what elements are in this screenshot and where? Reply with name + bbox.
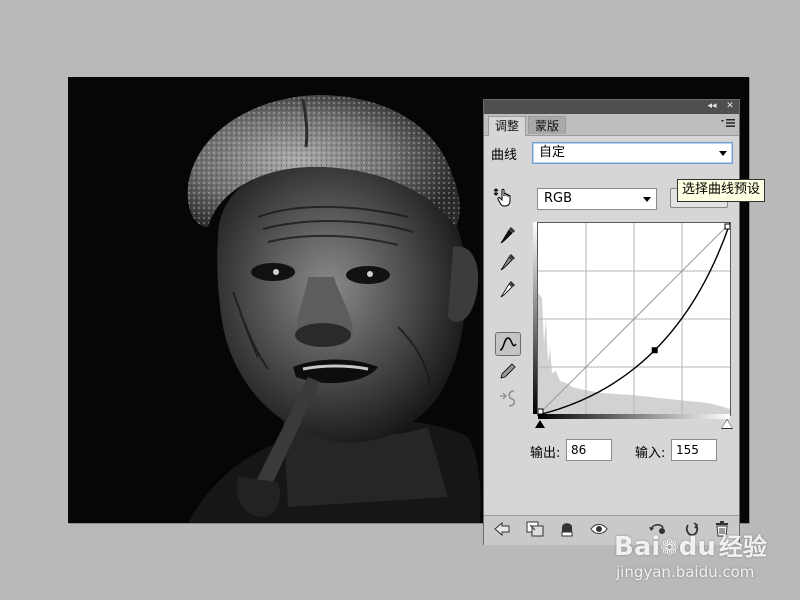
curve-point-edit-icon [499, 337, 517, 351]
gray-point-eyedropper[interactable] [497, 251, 519, 273]
baidu-watermark-logo: Bai❁du 经验 [614, 527, 767, 562]
on-image-adjust-tool[interactable] [492, 186, 514, 208]
curves-label: 曲线 [491, 148, 518, 163]
paw-icon: ❁ [660, 536, 679, 561]
curves-plot [537, 222, 731, 416]
watermark-brand-suffix: 经验 [718, 533, 767, 561]
smooth-curve-icon [500, 390, 516, 407]
white-point-eyedropper-icon [500, 281, 515, 298]
output-label: 输出: [530, 446, 561, 461]
curve-point-edit-tool[interactable] [495, 332, 521, 356]
channel-value: RGB [544, 191, 573, 206]
watermark-brand-right: du [678, 532, 716, 562]
input-field[interactable]: 155 [671, 439, 717, 461]
white-point-eyedropper[interactable] [497, 278, 519, 300]
app-workspace: ◂◂ ✕ 调整 蒙版 曲线 自定 RGB 选择曲线预设 输出: 86 输入: 1… [0, 0, 800, 600]
watermark-url: jingyan.baidu.com [616, 563, 755, 581]
back-button[interactable] [492, 520, 512, 538]
panel-titlebar[interactable]: ◂◂ ✕ [484, 100, 739, 114]
black-point-eyedropper-icon [500, 227, 515, 244]
white-input-slider[interactable] [722, 420, 732, 428]
input-label: 输入: [635, 446, 666, 461]
panel-tabbar: 调整 蒙版 [484, 114, 739, 136]
tab-masks[interactable]: 蒙版 [528, 116, 567, 134]
preset-tooltip: 选择曲线预设 [677, 179, 766, 202]
eye-visibility-icon [590, 524, 608, 534]
black-point-eyedropper[interactable] [497, 224, 519, 246]
white-endpoint [724, 223, 731, 230]
on-image-adjust-icon [493, 188, 511, 207]
close-panel-icon[interactable]: ✕ [724, 101, 736, 112]
curve-control-point [651, 347, 658, 354]
gray-point-eyedropper-icon [500, 254, 515, 271]
watermark-brand-left: Bai [614, 532, 661, 562]
preset-dropdown[interactable]: 自定 [532, 142, 733, 164]
output-field[interactable]: 86 [566, 439, 612, 461]
pencil-draw-tool[interactable] [497, 360, 519, 382]
input-gradient-bar [538, 414, 730, 419]
chevron-down-icon [643, 197, 651, 202]
channel-dropdown[interactable]: RGB [537, 188, 657, 210]
smooth-curve-tool[interactable] [497, 387, 519, 409]
panel-menu-icon[interactable] [721, 118, 735, 130]
back-arrow-icon [494, 521, 510, 537]
eye-visibility-button[interactable] [589, 520, 609, 538]
clip-to-layer-icon [526, 521, 544, 537]
curves-graph[interactable] [537, 222, 731, 416]
clip-to-layer-button[interactable] [525, 520, 545, 538]
mask-visibility-button[interactable] [557, 520, 577, 538]
collapse-panel-icon[interactable]: ◂◂ [706, 101, 718, 112]
preset-value: 自定 [539, 145, 566, 160]
chevron-down-icon [719, 151, 727, 156]
pencil-draw-icon [500, 363, 516, 379]
black-input-slider[interactable] [535, 420, 545, 428]
tab-adjustments[interactable]: 调整 [488, 116, 527, 136]
mask-visibility-icon [561, 523, 573, 537]
